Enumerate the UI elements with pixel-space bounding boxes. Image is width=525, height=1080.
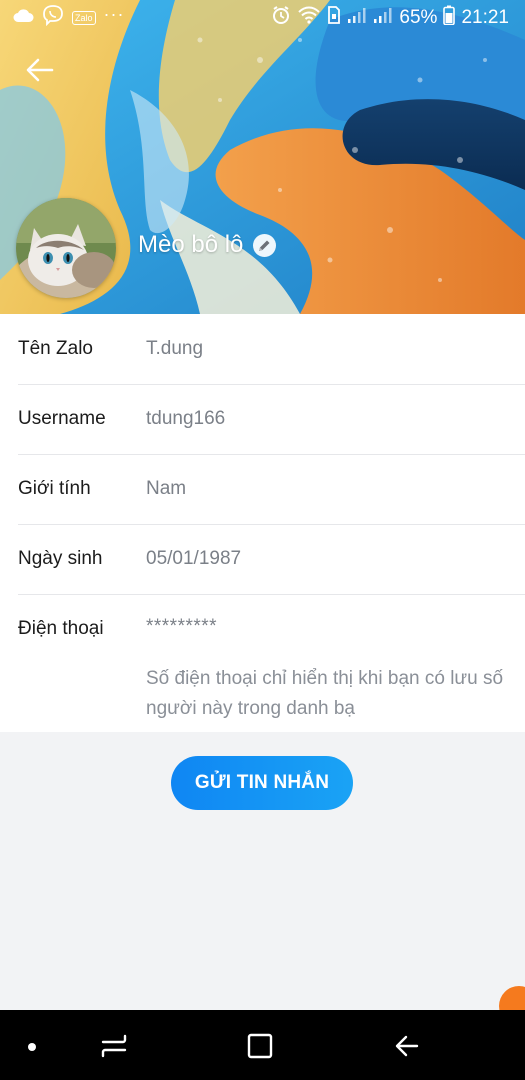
system-navigation-bar [0, 1010, 525, 1080]
back-arrow-icon [26, 58, 54, 82]
sim-icon [327, 5, 341, 31]
avatar[interactable] [16, 198, 116, 298]
cloud-icon [12, 7, 34, 29]
profile-name-row: Mèo bô lô [138, 231, 277, 259]
status-time: 21:21 [461, 7, 509, 28]
nav-back-icon [395, 1035, 419, 1057]
nav-recents-button[interactable] [96, 1028, 132, 1064]
back-button[interactable] [22, 52, 58, 88]
zalo-notification-icon: Zalo [72, 11, 96, 25]
phone-visibility-note: Số điện thoại chỉ hiển thị khi bạn có lư… [146, 668, 504, 719]
battery-icon [443, 5, 456, 31]
phone-masked-value: ********* [146, 616, 218, 637]
more-notifications-icon: ··· [103, 3, 125, 24]
pencil-icon [259, 240, 270, 251]
info-row-zalo-name: Tên Zalo T.dung [18, 314, 525, 385]
alarm-icon [271, 5, 291, 31]
info-value: tdung166 [146, 408, 226, 429]
cat-avatar-image [16, 198, 116, 298]
profile-header: Zalo ··· 65% 21:21 Mèo bô lô [0, 0, 525, 314]
status-bar: Zalo ··· 65% 21:21 [0, 0, 525, 36]
signal-1-icon [347, 6, 367, 30]
viber-icon [42, 4, 64, 32]
status-notifications: Zalo ··· [12, 3, 125, 32]
info-value: T.dung [146, 338, 204, 359]
recents-icon [101, 1034, 127, 1058]
nav-home-button[interactable] [14, 1028, 50, 1064]
info-row-birthday: Ngày sinh 05/01/1987 [18, 524, 525, 595]
nav-overview-button[interactable] [242, 1028, 278, 1064]
send-message-button[interactable]: GỬI TIN NHẮN [171, 756, 353, 810]
info-label: Giới tính [18, 478, 91, 499]
info-value: Nam [146, 478, 187, 499]
info-label: Tên Zalo [18, 338, 93, 359]
info-value: 05/01/1987 [146, 548, 242, 569]
info-row-gender: Giới tính Nam [18, 454, 525, 525]
profile-display-name: Mèo bô lô [138, 231, 244, 258]
info-label: Điện thoại [18, 618, 104, 639]
info-row-username: Username tdung166 [18, 384, 525, 455]
wifi-icon [297, 5, 321, 31]
status-system: 65% 21:21 [271, 5, 509, 31]
overview-square-icon [247, 1033, 273, 1059]
battery-percent: 65% [399, 7, 438, 28]
info-label: Username [18, 408, 106, 429]
profile-info-panel: Tên Zalo T.dung Username tdung166 Giới t… [0, 314, 525, 732]
signal-2-icon [373, 6, 393, 30]
nav-back-button[interactable] [389, 1028, 425, 1064]
info-row-phone: Điện thoại ********* Số điện thoại chỉ h… [18, 594, 525, 732]
home-dot-icon [28, 1043, 36, 1051]
edit-name-button[interactable] [253, 233, 277, 257]
info-label: Ngày sinh [18, 548, 103, 569]
